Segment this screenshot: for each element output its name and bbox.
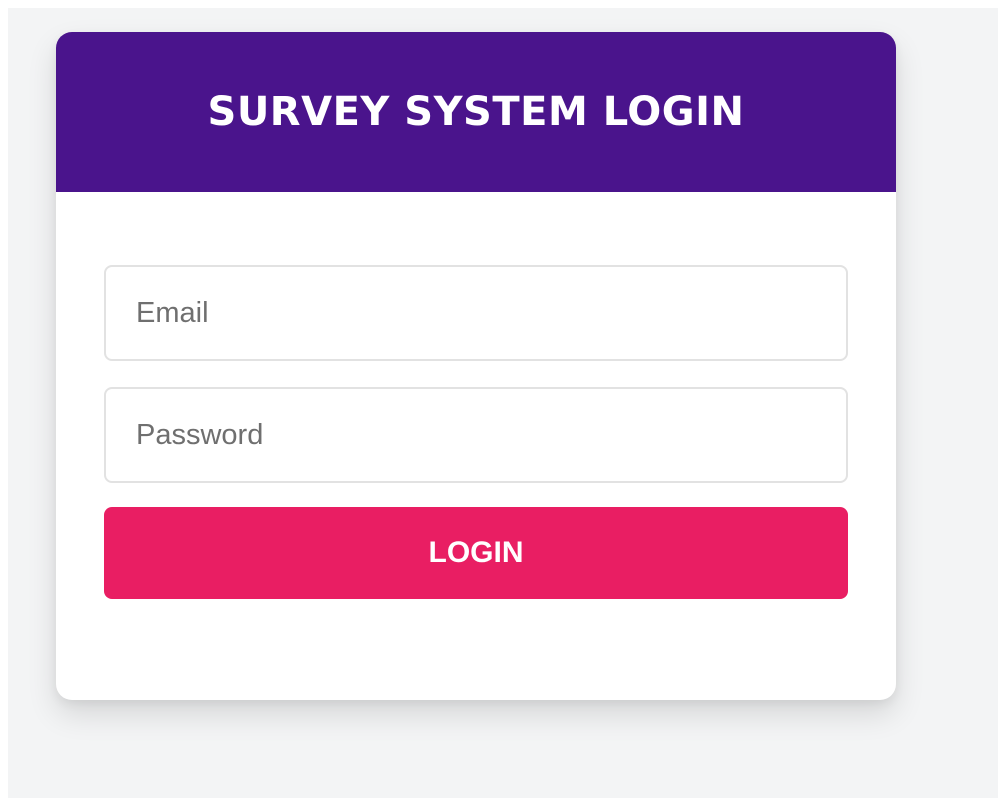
login-title: SURVEY SYSTEM LOGIN xyxy=(207,89,745,135)
login-form: LOGIN xyxy=(56,192,896,599)
email-input[interactable] xyxy=(104,265,848,361)
login-header: SURVEY SYSTEM LOGIN xyxy=(56,32,896,192)
password-input[interactable] xyxy=(104,387,848,483)
login-card: SURVEY SYSTEM LOGIN LOGIN xyxy=(56,32,896,700)
login-button[interactable]: LOGIN xyxy=(104,507,848,599)
page-background: SURVEY SYSTEM LOGIN LOGIN xyxy=(8,8,998,798)
